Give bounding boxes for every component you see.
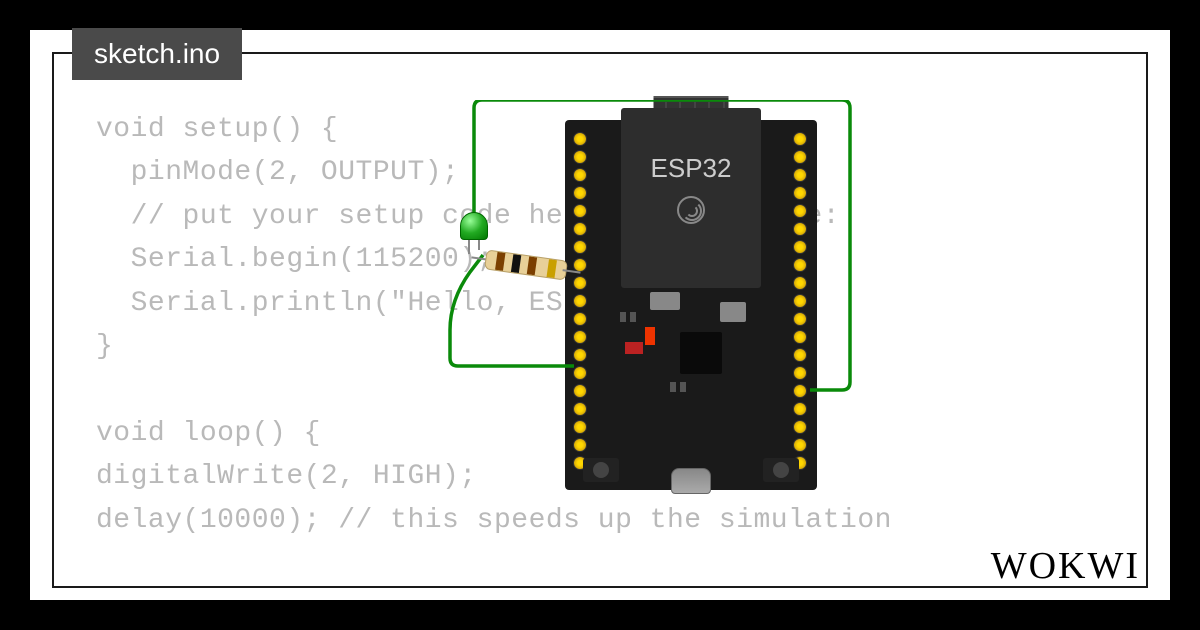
resistor-band [511, 254, 521, 273]
resistor-band [495, 252, 505, 271]
wire-pin2[interactable] [390, 100, 930, 480]
code-line: void setup() { [96, 114, 338, 145]
file-tab[interactable]: sketch.ino [72, 28, 242, 80]
wokwi-logo: WOKWI [991, 544, 1140, 588]
code-line: delay(10000); // this speeds up the simu… [96, 505, 892, 536]
code-line: void loop() { [96, 418, 321, 449]
circuit-canvas[interactable]: ESP32 [390, 100, 930, 480]
led-anode[interactable] [468, 240, 470, 254]
resistor-band [527, 256, 537, 275]
code-line: } [96, 331, 113, 362]
resistor-band [547, 259, 557, 278]
led-component[interactable] [460, 212, 490, 248]
led-dome-icon [460, 212, 488, 240]
led-cathode[interactable] [478, 240, 480, 250]
